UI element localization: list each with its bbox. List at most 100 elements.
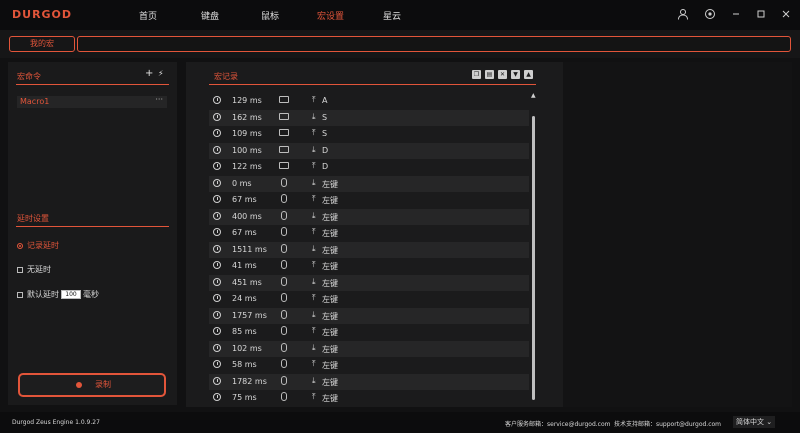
mouse-icon xyxy=(281,227,287,236)
key-value[interactable]: A xyxy=(322,96,327,105)
my-macro-button[interactable]: 我的宏 xyxy=(9,36,75,52)
macro-record-row[interactable]: 41 ms ⤒ 左键 xyxy=(209,258,529,274)
delay-value[interactable]: 122 ms xyxy=(232,162,262,171)
delay-value[interactable]: 67 ms xyxy=(232,228,257,237)
key-value[interactable]: S xyxy=(322,129,327,138)
keyboard-icon xyxy=(279,129,289,136)
nav-home[interactable]: 首页 xyxy=(139,9,157,22)
plus-icon[interactable]: + xyxy=(145,68,153,79)
clock-icon xyxy=(213,294,221,302)
key-value[interactable]: 左键 xyxy=(322,179,338,190)
delay-value[interactable]: 1511 ms xyxy=(232,245,267,254)
import-icon[interactable]: ⚡ xyxy=(158,69,164,78)
delay-value[interactable]: 58 ms xyxy=(232,360,257,369)
macro-record-row[interactable]: 122 ms ⤒ D xyxy=(209,159,529,175)
key-value[interactable]: 左键 xyxy=(322,245,338,256)
delete-icon[interactable]: ✕ xyxy=(498,70,507,79)
macro-record-row[interactable]: 400 ms ⤓ 左键 xyxy=(209,208,529,225)
delay-value[interactable]: 162 ms xyxy=(232,113,262,122)
key-value[interactable]: 左键 xyxy=(322,344,338,355)
move-up-icon[interactable]: ▲ xyxy=(524,70,533,79)
checkbox[interactable] xyxy=(17,266,23,273)
key-value[interactable]: 左键 xyxy=(322,327,338,338)
nav-keyboard[interactable]: 键盘 xyxy=(201,9,219,22)
macro-record-row[interactable]: 100 ms ⤓ D xyxy=(209,142,529,159)
delay-value[interactable]: 102 ms xyxy=(232,344,262,353)
macro-record-row[interactable]: 0 ms ⤓ 左键 xyxy=(209,175,529,192)
macro-name-input[interactable] xyxy=(77,36,791,52)
scroll-up-icon[interactable]: ▲ xyxy=(531,92,536,99)
keyboard-icon xyxy=(279,112,289,120)
divider xyxy=(16,226,169,227)
close-icon[interactable] xyxy=(779,8,793,22)
macro-record-row[interactable]: 102 ms ⤓ 左键 xyxy=(209,340,529,357)
key-value[interactable]: 左键 xyxy=(322,360,338,371)
key-value[interactable]: 左键 xyxy=(322,377,338,388)
macro-record-row[interactable]: 162 ms ⤓ S xyxy=(209,109,529,126)
clock-icon xyxy=(213,129,221,137)
record-delay-option[interactable]: 记录延时 xyxy=(17,240,59,251)
scrollbar[interactable] xyxy=(532,116,535,400)
macro-record-row[interactable]: 109 ms ⤒ S xyxy=(209,126,529,142)
key-value[interactable]: 左键 xyxy=(322,393,338,404)
macro-list-item[interactable]: Macro1 ··· xyxy=(17,95,167,108)
macro-record-row[interactable]: 67 ms ⤒ 左键 xyxy=(209,225,529,241)
key-value[interactable]: 左键 xyxy=(322,261,338,272)
macro-record-row[interactable]: 58 ms ⤒ 左键 xyxy=(209,357,529,373)
move-down-icon[interactable]: ▼ xyxy=(511,70,520,79)
macro-record-row[interactable]: 1782 ms ⤓ 左键 xyxy=(209,373,529,390)
delay-value[interactable]: 129 ms xyxy=(232,96,262,105)
nav-nebula[interactable]: 星云 xyxy=(383,9,401,22)
key-value[interactable]: 左键 xyxy=(322,311,338,322)
more-icon[interactable]: ··· xyxy=(155,95,163,104)
delay-value[interactable]: 0 ms xyxy=(232,179,252,188)
macro-record-row[interactable]: 67 ms ⤒ 左键 xyxy=(209,192,529,208)
default-delay-input[interactable]: 100 xyxy=(61,290,81,299)
radio-selected-icon[interactable] xyxy=(17,242,23,249)
key-value[interactable]: 左键 xyxy=(322,195,338,206)
macro-record-row[interactable]: 85 ms ⤒ 左键 xyxy=(209,324,529,340)
nav-mouse[interactable]: 鼠标 xyxy=(261,9,279,22)
key-value[interactable]: 左键 xyxy=(322,228,338,239)
delay-value[interactable]: 41 ms xyxy=(232,261,257,270)
macro-record-row[interactable]: 129 ms ⤒ A xyxy=(209,93,529,109)
delay-value[interactable]: 400 ms xyxy=(232,212,262,221)
delay-value[interactable]: 451 ms xyxy=(232,278,262,287)
delay-value[interactable]: 67 ms xyxy=(232,195,257,204)
delay-value[interactable]: 100 ms xyxy=(232,146,262,155)
key-value[interactable]: 左键 xyxy=(322,278,338,289)
macro-record-row[interactable]: 1757 ms ⤓ 左键 xyxy=(209,307,529,324)
key-value[interactable]: S xyxy=(322,113,327,122)
record-button[interactable]: 录制 xyxy=(18,373,166,397)
macro-record-row[interactable]: 24 ms ⤒ 左键 xyxy=(209,291,529,307)
divider xyxy=(16,84,169,85)
delay-value[interactable]: 24 ms xyxy=(232,294,257,303)
macro-record-row[interactable]: 75 ms ⤒ 左键 xyxy=(209,390,529,406)
minimize-icon[interactable] xyxy=(729,8,743,22)
nav-macro-settings[interactable]: 宏设置 xyxy=(317,9,344,22)
macro-record-row[interactable]: 1511 ms ⤓ 左键 xyxy=(209,241,529,258)
delay-value[interactable]: 1757 ms xyxy=(232,311,267,320)
key-value[interactable]: D xyxy=(322,162,328,171)
no-delay-option[interactable]: 无延时 xyxy=(17,264,51,275)
paste-icon[interactable]: ▤ xyxy=(485,70,494,79)
settings-icon[interactable] xyxy=(703,8,717,22)
clock-icon xyxy=(213,327,221,335)
checkbox[interactable] xyxy=(17,291,23,298)
key-down-icon: ⤓ xyxy=(312,243,316,253)
default-delay-option[interactable]: 默认延时 100 毫秒 xyxy=(17,289,99,300)
key-value[interactable]: 左键 xyxy=(322,294,338,305)
clock-icon xyxy=(213,393,221,401)
maximize-icon[interactable] xyxy=(754,8,768,22)
copy-icon[interactable]: ❐ xyxy=(472,70,481,79)
key-value[interactable]: D xyxy=(322,146,328,155)
macro-record-row[interactable]: 451 ms ⤓ 左键 xyxy=(209,274,529,291)
language-select[interactable]: 简体中文 ⌄ xyxy=(733,416,775,428)
user-icon[interactable] xyxy=(676,8,690,22)
delay-value[interactable]: 109 ms xyxy=(232,129,262,138)
key-up-icon: ⤒ xyxy=(312,161,316,170)
delay-value[interactable]: 75 ms xyxy=(232,393,257,402)
key-value[interactable]: 左键 xyxy=(322,212,338,223)
delay-value[interactable]: 1782 ms xyxy=(232,377,267,386)
delay-value[interactable]: 85 ms xyxy=(232,327,257,336)
